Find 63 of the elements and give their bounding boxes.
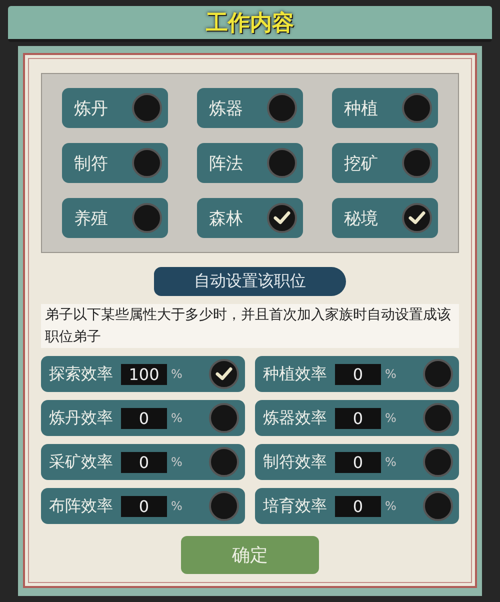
job-toggle[interactable]: 秘境: [332, 198, 438, 238]
checkbox[interactable]: [423, 447, 453, 477]
job-toggle[interactable]: 阵法: [197, 143, 303, 183]
input-field[interactable]: 0: [335, 452, 381, 472]
checkbox[interactable]: [267, 148, 297, 178]
unit-label: %: [171, 455, 184, 469]
job-toggle[interactable]: 炼丹: [62, 88, 168, 128]
threshold-label: 探索效率: [49, 364, 113, 384]
job-label: 种植: [344, 98, 378, 120]
section-heading: 自动设置该职位: [194, 271, 306, 290]
input-field[interactable]: 0: [121, 452, 167, 472]
checkbox[interactable]: [209, 359, 239, 389]
checkbox[interactable]: [209, 491, 239, 521]
threshold-label: 制符效率: [263, 452, 327, 472]
input-field[interactable]: 0: [335, 496, 381, 516]
input-field[interactable]: 0: [121, 496, 167, 516]
job-toggle[interactable]: 养殖: [62, 198, 168, 238]
checkbox[interactable]: [423, 403, 453, 433]
threshold-label: 炼丹效率: [49, 408, 113, 428]
checkbox[interactable]: [132, 93, 162, 123]
unit-label: %: [385, 499, 398, 513]
job-label: 炼丹: [74, 98, 108, 120]
checkbox[interactable]: [402, 93, 432, 123]
input-field[interactable]: 0: [335, 364, 381, 384]
job-label: 炼器: [209, 98, 243, 120]
job-toggle[interactable]: 森林: [197, 198, 303, 238]
unit-label: %: [171, 367, 184, 381]
input-field[interactable]: 0: [121, 408, 167, 428]
job-toggle[interactable]: 炼器: [197, 88, 303, 128]
checkbox[interactable]: [132, 148, 162, 178]
unit-label: %: [171, 499, 184, 513]
checkbox[interactable]: [209, 447, 239, 477]
threshold-label: 布阵效率: [49, 496, 113, 516]
job-label: 秘境: [344, 208, 378, 230]
job-toggle[interactable]: 挖矿: [332, 143, 438, 183]
job-toggle[interactable]: 种植: [332, 88, 438, 128]
job-toggle[interactable]: 制符: [62, 143, 168, 183]
job-label: 养殖: [74, 208, 108, 230]
job-label: 制符: [74, 152, 108, 174]
window-title: 工作内容: [206, 10, 294, 38]
confirm-button[interactable]: 确定: [181, 536, 319, 574]
description-text: 弟子以下某些属性大于多少时，并且首次加入家族时自动设置成该职位弟子: [41, 304, 459, 348]
checkbox[interactable]: [209, 403, 239, 433]
unit-label: %: [171, 411, 184, 425]
unit-label: %: [385, 367, 398, 381]
unit-label: %: [385, 411, 398, 425]
job-label: 挖矿: [344, 152, 378, 174]
checkbox[interactable]: [423, 359, 453, 389]
checkbox[interactable]: [402, 203, 432, 233]
unit-label: %: [385, 455, 398, 469]
checkbox[interactable]: [267, 93, 297, 123]
threshold-label: 采矿效率: [49, 452, 113, 472]
input-field[interactable]: 0: [335, 408, 381, 428]
checkbox[interactable]: [267, 203, 297, 233]
job-label: 森林: [209, 208, 243, 230]
threshold-label: 种植效率: [263, 364, 327, 384]
job-label: 阵法: [209, 152, 243, 174]
input-field[interactable]: 100: [121, 364, 167, 384]
threshold-label: 炼器效率: [263, 408, 327, 428]
checkbox[interactable]: [423, 491, 453, 521]
threshold-label: 培育效率: [263, 496, 327, 516]
checkbox[interactable]: [402, 148, 432, 178]
checkbox[interactable]: [132, 203, 162, 233]
